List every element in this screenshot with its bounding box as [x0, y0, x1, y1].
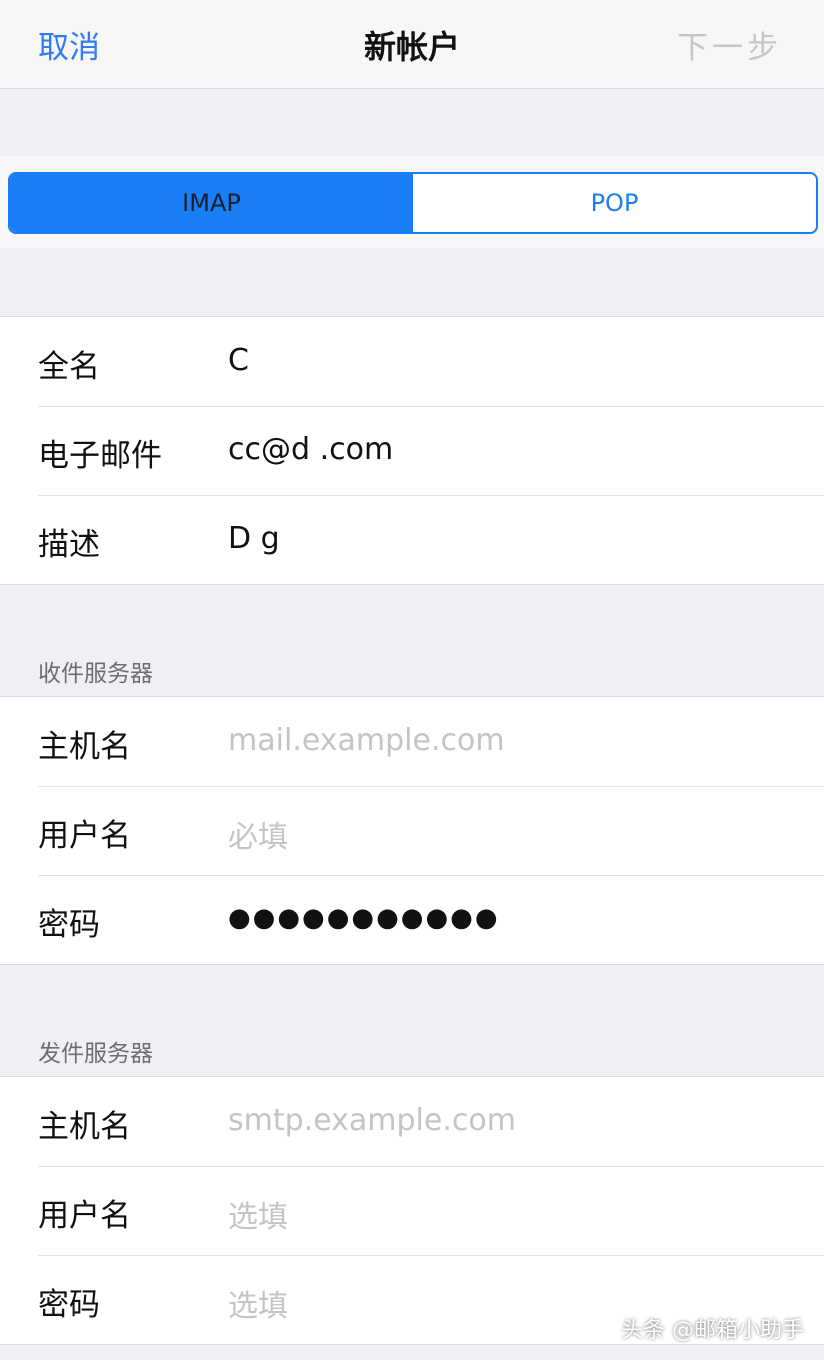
outgoing-host-field[interactable]: smtp.example.com: [228, 1103, 516, 1138]
incoming-password-row[interactable]: 密码 ●●●●●●●●●●●: [0, 875, 824, 964]
incoming-password-label: 密码: [38, 907, 100, 943]
description-field[interactable]: D g: [228, 521, 280, 556]
outgoing-password-field[interactable]: 选填: [228, 1281, 288, 1325]
outgoing-host-label: 主机名: [38, 1109, 131, 1145]
incoming-username-field[interactable]: 必填: [228, 812, 288, 856]
full-name-field[interactable]: C: [228, 343, 249, 378]
incoming-username-label: 用户名: [38, 818, 131, 854]
outgoing-server-group: 主机名 smtp.example.com 用户名 选填 密码 选填: [0, 1076, 824, 1345]
outgoing-username-row[interactable]: 用户名 选填: [0, 1166, 824, 1255]
outgoing-username-label: 用户名: [38, 1198, 131, 1234]
incoming-host-field[interactable]: mail.example.com: [228, 723, 505, 758]
outgoing-password-label: 密码: [38, 1287, 100, 1323]
description-row[interactable]: 描述 D g: [0, 495, 824, 584]
protocol-selector-section: IMAP POP: [0, 156, 824, 248]
segment-imap[interactable]: IMAP: [10, 174, 413, 232]
outgoing-host-row[interactable]: 主机名 smtp.example.com: [0, 1077, 824, 1166]
watermark-text: 头条 @邮箱小助手: [621, 1318, 804, 1343]
full-name-row[interactable]: 全名 C: [0, 317, 824, 406]
protocol-segmented-control: IMAP POP: [8, 172, 818, 234]
account-info-group: 全名 C 电子邮件 cc@d .com 描述 D g: [0, 316, 824, 585]
incoming-host-row[interactable]: 主机名 mail.example.com: [0, 697, 824, 786]
full-name-label: 全名: [38, 349, 100, 385]
outgoing-server-header: 发件服务器: [38, 1041, 153, 1067]
email-field[interactable]: cc@d .com: [228, 432, 393, 467]
email-row[interactable]: 电子邮件 cc@d .com: [0, 406, 824, 495]
navigation-bar: 取消 新帐户 下一步: [0, 0, 824, 89]
incoming-password-field[interactable]: ●●●●●●●●●●●: [228, 903, 500, 933]
outgoing-username-field[interactable]: 选填: [228, 1192, 288, 1236]
incoming-server-group: 主机名 mail.example.com 用户名 必填 密码 ●●●●●●●●●…: [0, 696, 824, 965]
description-label: 描述: [38, 527, 100, 563]
incoming-server-header: 收件服务器: [38, 661, 153, 687]
segment-pop[interactable]: POP: [413, 174, 816, 232]
email-label: 电子邮件: [38, 438, 162, 474]
incoming-username-row[interactable]: 用户名 必填: [0, 786, 824, 875]
incoming-host-label: 主机名: [38, 729, 131, 765]
next-button[interactable]: 下一步: [677, 22, 782, 67]
